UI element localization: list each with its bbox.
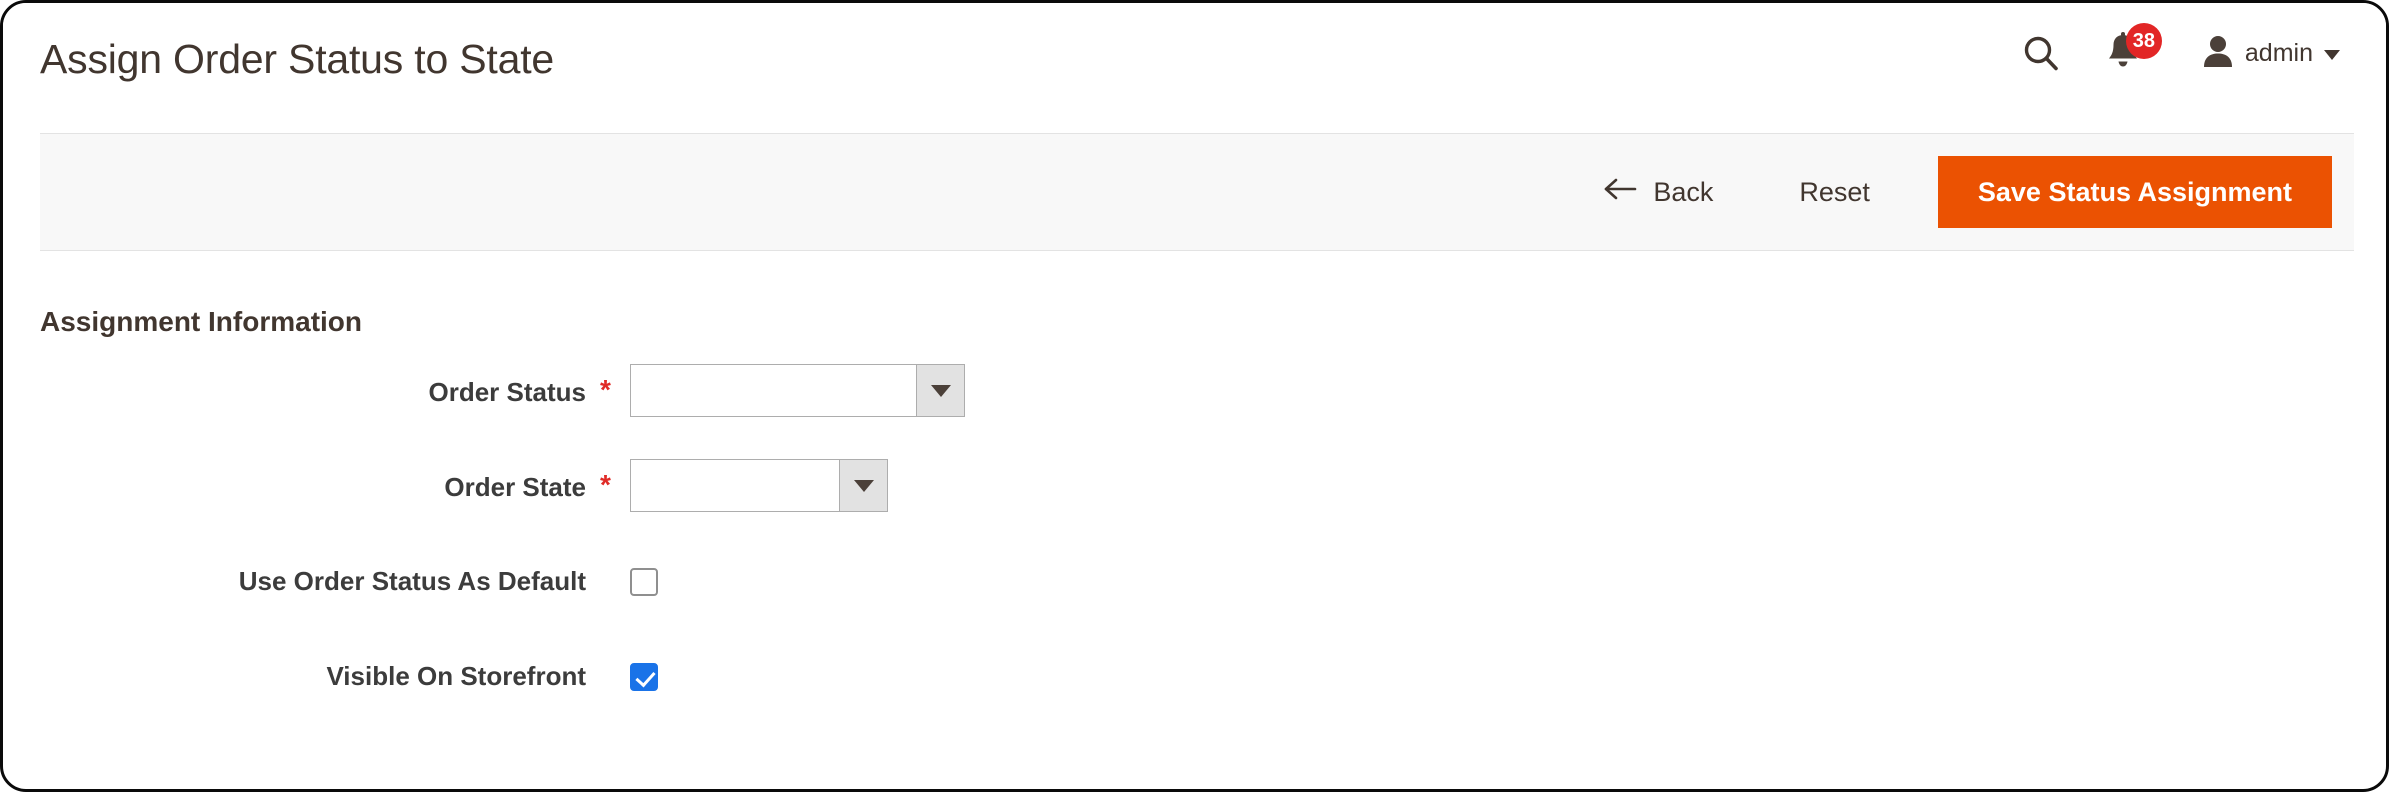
user-name-label: admin <box>2244 38 2313 67</box>
order-status-required-marker: * <box>600 374 611 405</box>
order-state-select-arrow[interactable] <box>839 460 887 511</box>
section-title: Assignment Information <box>40 306 363 337</box>
notification-count-badge: 38 <box>2125 23 2162 59</box>
page-title: Assign Order Status to State <box>40 36 554 82</box>
reset-button[interactable]: Reset <box>1789 169 1880 216</box>
back-button[interactable]: Back <box>1593 169 1723 216</box>
page-header: Assign Order Status to State 38 admin <box>3 3 2386 129</box>
field-row-order-status: Order Status * <box>3 364 2386 459</box>
page-actions-toolbar: Back Reset Save Status Assignment <box>40 133 2354 251</box>
order-state-select-value <box>631 460 839 511</box>
visible-on-storefront-label: Visible On Storefront <box>326 661 586 691</box>
user-menu[interactable]: admin <box>2202 34 2340 73</box>
chevron-down-icon <box>2324 49 2340 60</box>
field-row-order-state: Order State * <box>3 459 2386 554</box>
form-fields: Order Status * Order State * Use Order S… <box>3 364 2386 744</box>
order-status-select-arrow[interactable] <box>916 365 964 416</box>
field-row-use-as-default: Use Order Status As Default <box>3 554 2386 649</box>
use-order-status-as-default-checkbox[interactable] <box>630 568 658 596</box>
user-avatar-icon <box>2202 34 2234 73</box>
save-status-assignment-button[interactable]: Save Status Assignment <box>1937 156 2332 228</box>
arrow-left-icon <box>1603 177 1637 208</box>
use-order-status-as-default-label: Use Order Status As Default <box>238 566 586 596</box>
order-status-select[interactable] <box>630 364 965 417</box>
order-status-label: Order Status <box>428 377 587 407</box>
header-tools: 38 admin <box>2012 23 2340 79</box>
back-button-label: Back <box>1653 176 1714 207</box>
order-state-required-marker: * <box>600 469 611 500</box>
visible-on-storefront-checkbox[interactable] <box>630 663 658 691</box>
notifications-button[interactable]: 38 <box>2104 23 2186 79</box>
search-icon <box>2021 33 2061 73</box>
triangle-down-icon <box>853 479 874 492</box>
admin-page: Assign Order Status to State 38 admin Ba… <box>0 0 2389 792</box>
order-state-label: Order State <box>444 472 586 502</box>
order-state-select[interactable] <box>630 459 888 512</box>
search-button[interactable] <box>2012 27 2070 79</box>
order-status-select-value <box>631 365 916 416</box>
triangle-down-icon <box>930 384 951 397</box>
field-row-visible-on-storefront: Visible On Storefront <box>3 649 2386 744</box>
